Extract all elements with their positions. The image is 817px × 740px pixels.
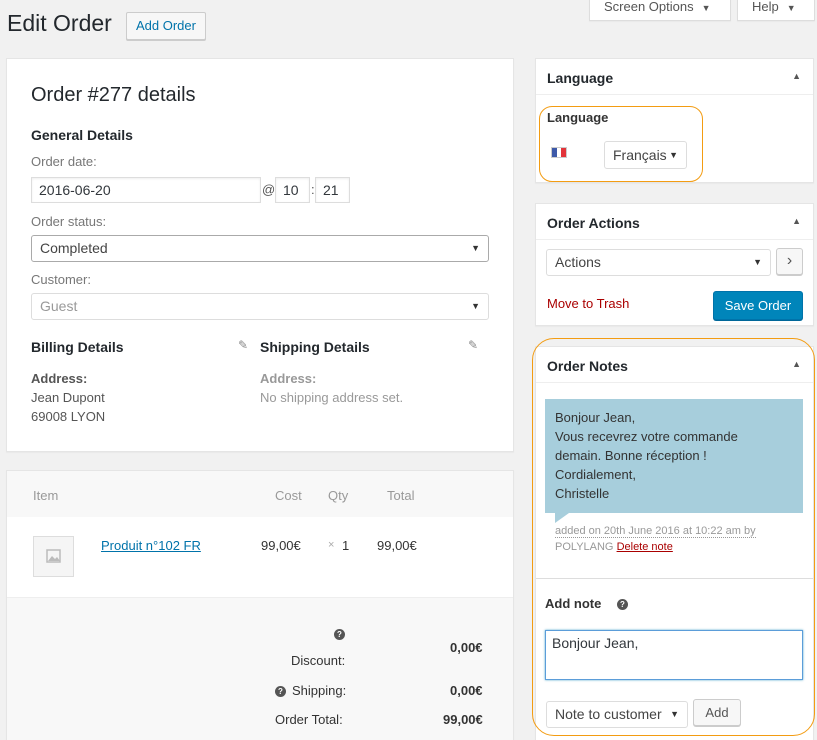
language-label: Language — [547, 110, 609, 125]
customer-select[interactable]: Guest ▼ — [31, 293, 489, 320]
billing-address-line1: Jean Dupont — [31, 390, 105, 405]
caret-down-icon: ▼ — [471, 243, 480, 253]
order-items-panel — [6, 470, 514, 740]
order-title: Order #277 details — [31, 84, 196, 106]
language-panel-title: Language — [547, 70, 614, 86]
save-order-button[interactable]: Save Order — [713, 291, 803, 320]
french-flag-icon — [551, 147, 567, 158]
order-status-select[interactable]: Completed ▼ — [31, 235, 489, 262]
product-thumbnail — [33, 536, 74, 577]
add-order-button[interactable]: Add Order — [126, 12, 206, 40]
language-selected: Français — [613, 147, 667, 163]
page-title: Edit Order — [7, 10, 112, 36]
items-header-item: Item — [33, 488, 59, 503]
discount-help-icon[interactable]: ? — [334, 629, 345, 640]
shipping-address-label: Address: — [260, 371, 317, 386]
billing-address-line2: 69008 LYON — [31, 409, 106, 424]
shipping-help-icon[interactable]: ? — [275, 686, 286, 697]
edit-billing-icon[interactable]: ✎ — [238, 338, 248, 352]
item-cost: 99,00€ — [261, 538, 301, 553]
general-details-heading: General Details — [31, 127, 133, 143]
caret-down-icon: ▼ — [786, 3, 796, 13]
customer-label: Customer: — [31, 272, 91, 287]
caret-down-icon: ▼ — [471, 301, 480, 311]
order-actions-title: Order Actions — [547, 215, 640, 231]
language-select[interactable]: Français ▼ — [604, 141, 687, 169]
caret-down-icon: ▼ — [669, 150, 678, 160]
help-tab[interactable]: Help ▼ — [737, 0, 815, 21]
order-notes-highlight — [532, 338, 815, 736]
qty-times-icon: × — [328, 539, 335, 551]
billing-address-label: Address: — [31, 371, 88, 386]
order-actions-select[interactable]: Actions ▼ — [546, 249, 771, 276]
order-total-value: 99,00€ — [443, 712, 483, 727]
order-total-label: Order Total: — [275, 712, 343, 727]
customer-value: Guest — [40, 298, 78, 314]
billing-details-heading: Billing Details — [31, 339, 124, 355]
order-hour-input[interactable]: 10 — [275, 177, 310, 203]
caret-down-icon: ▼ — [701, 3, 711, 13]
item-qty: 1 — [342, 538, 350, 553]
items-header-total: Total — [387, 488, 415, 503]
shipping-label: Shipping: — [292, 683, 347, 698]
shipping-details-heading: Shipping Details — [260, 339, 370, 355]
screen-options-label: Screen Options — [604, 0, 694, 14]
discount-label: Discount: — [291, 653, 346, 668]
product-link[interactable]: Produit n°102 FR — [101, 538, 201, 553]
table-row — [7, 517, 513, 598]
shipping-value: 0,00€ — [450, 683, 483, 698]
caret-up-icon[interactable]: ▲ — [792, 216, 801, 226]
items-header-cost: Cost — [275, 488, 302, 503]
order-actions-value: Actions — [555, 254, 601, 270]
language-panel-header[interactable]: Language ▲ — [536, 59, 813, 95]
order-minute-input[interactable]: 21 — [315, 177, 350, 203]
image-placeholder-icon — [46, 549, 61, 563]
caret-up-icon[interactable]: ▲ — [792, 71, 801, 81]
at-sign: @ — [262, 182, 276, 197]
order-date-label: Order date: — [31, 154, 97, 169]
items-header-qty: Qty — [328, 488, 349, 503]
screen-options-tab[interactable]: Screen Options ▼ — [589, 0, 731, 21]
order-status-value: Completed — [40, 240, 108, 256]
order-date-input[interactable]: 2016-06-20 — [31, 177, 261, 203]
move-to-trash-link[interactable]: Move to Trash — [547, 296, 629, 311]
discount-value: 0,00€ — [450, 640, 483, 655]
caret-down-icon: ▼ — [753, 257, 762, 267]
order-actions-header[interactable]: Order Actions ▲ — [536, 204, 813, 240]
shipping-address-value: No shipping address set. — [260, 390, 404, 405]
item-total: 99,00€ — [377, 538, 417, 553]
help-label: Help — [752, 0, 779, 14]
order-status-label: Order status: — [31, 214, 107, 229]
edit-shipping-icon[interactable]: ✎ — [468, 338, 478, 352]
apply-action-button[interactable]: › — [776, 248, 803, 275]
